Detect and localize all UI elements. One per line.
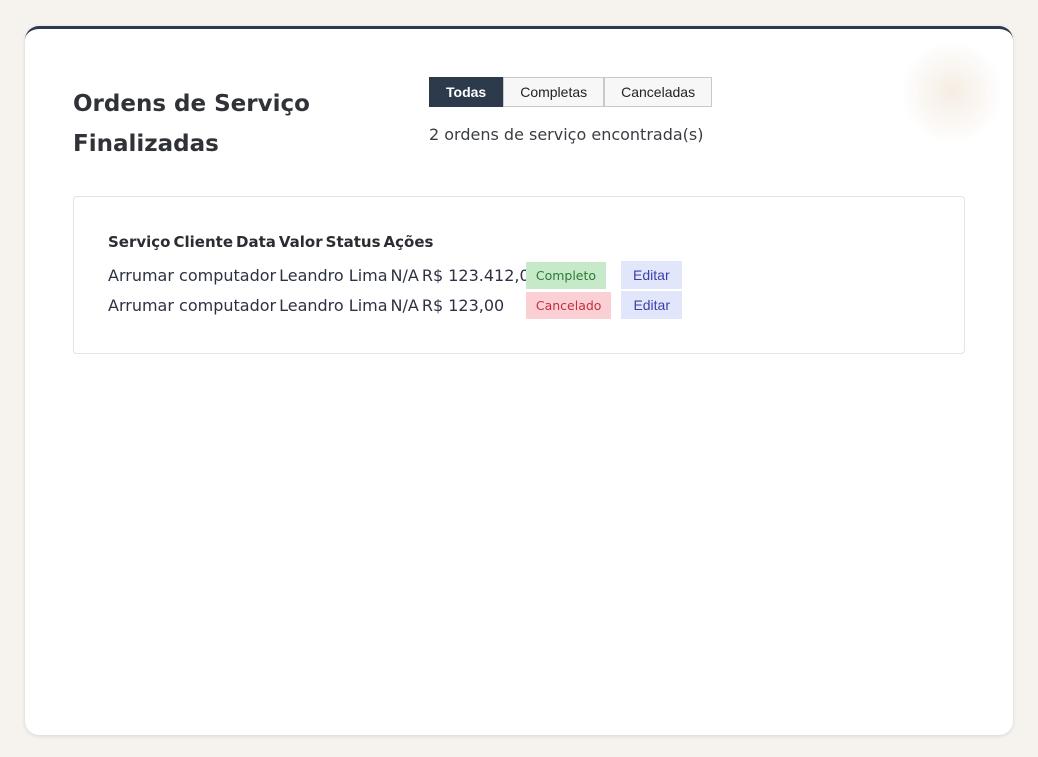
table-row: Arrumar computador Leandro Lima N/A R$ 1… bbox=[108, 291, 683, 319]
cell-cliente: Leandro Lima bbox=[279, 295, 388, 315]
results-count: 2 ordens de serviço encontrada(s) bbox=[429, 125, 704, 144]
header-acoes: Ações bbox=[383, 233, 434, 251]
edit-button[interactable]: Editar bbox=[621, 261, 682, 289]
cell-data: N/A bbox=[390, 265, 419, 285]
status-badge: Completo bbox=[525, 261, 607, 289]
header-status: Status bbox=[325, 233, 381, 251]
status-filter-group: Todas Completas Canceladas bbox=[429, 77, 713, 107]
header-valor: Valor bbox=[278, 233, 323, 251]
filter-completas-button[interactable]: Completas bbox=[503, 77, 605, 107]
cell-data: N/A bbox=[390, 295, 419, 315]
filter-canceladas-button[interactable]: Canceladas bbox=[604, 77, 713, 107]
header-data: Data bbox=[236, 233, 276, 251]
cell-valor: R$ 123.412,00 bbox=[421, 265, 540, 285]
header-servico: Serviço bbox=[108, 233, 171, 251]
cell-valor: R$ 123,00 bbox=[421, 295, 505, 315]
table-row: Arrumar computador Leandro Lima N/A R$ 1… bbox=[108, 261, 682, 289]
orders-table: Serviço Cliente Data Valor Status Ações … bbox=[73, 196, 965, 354]
decorative-blob bbox=[902, 44, 1002, 140]
status-badge: Cancelado bbox=[525, 291, 612, 319]
page-title: Ordens de Serviço Finalizadas bbox=[73, 91, 310, 157]
cell-cliente: Leandro Lima bbox=[279, 265, 388, 285]
edit-button[interactable]: Editar bbox=[621, 291, 683, 319]
cell-servico: Arrumar computador bbox=[108, 295, 277, 315]
header-cliente: Cliente bbox=[173, 233, 234, 251]
filter-todas-button[interactable]: Todas bbox=[429, 77, 504, 107]
table-header: Serviço Cliente Data Valor Status Ações bbox=[108, 233, 433, 251]
cell-servico: Arrumar computador bbox=[108, 265, 277, 285]
